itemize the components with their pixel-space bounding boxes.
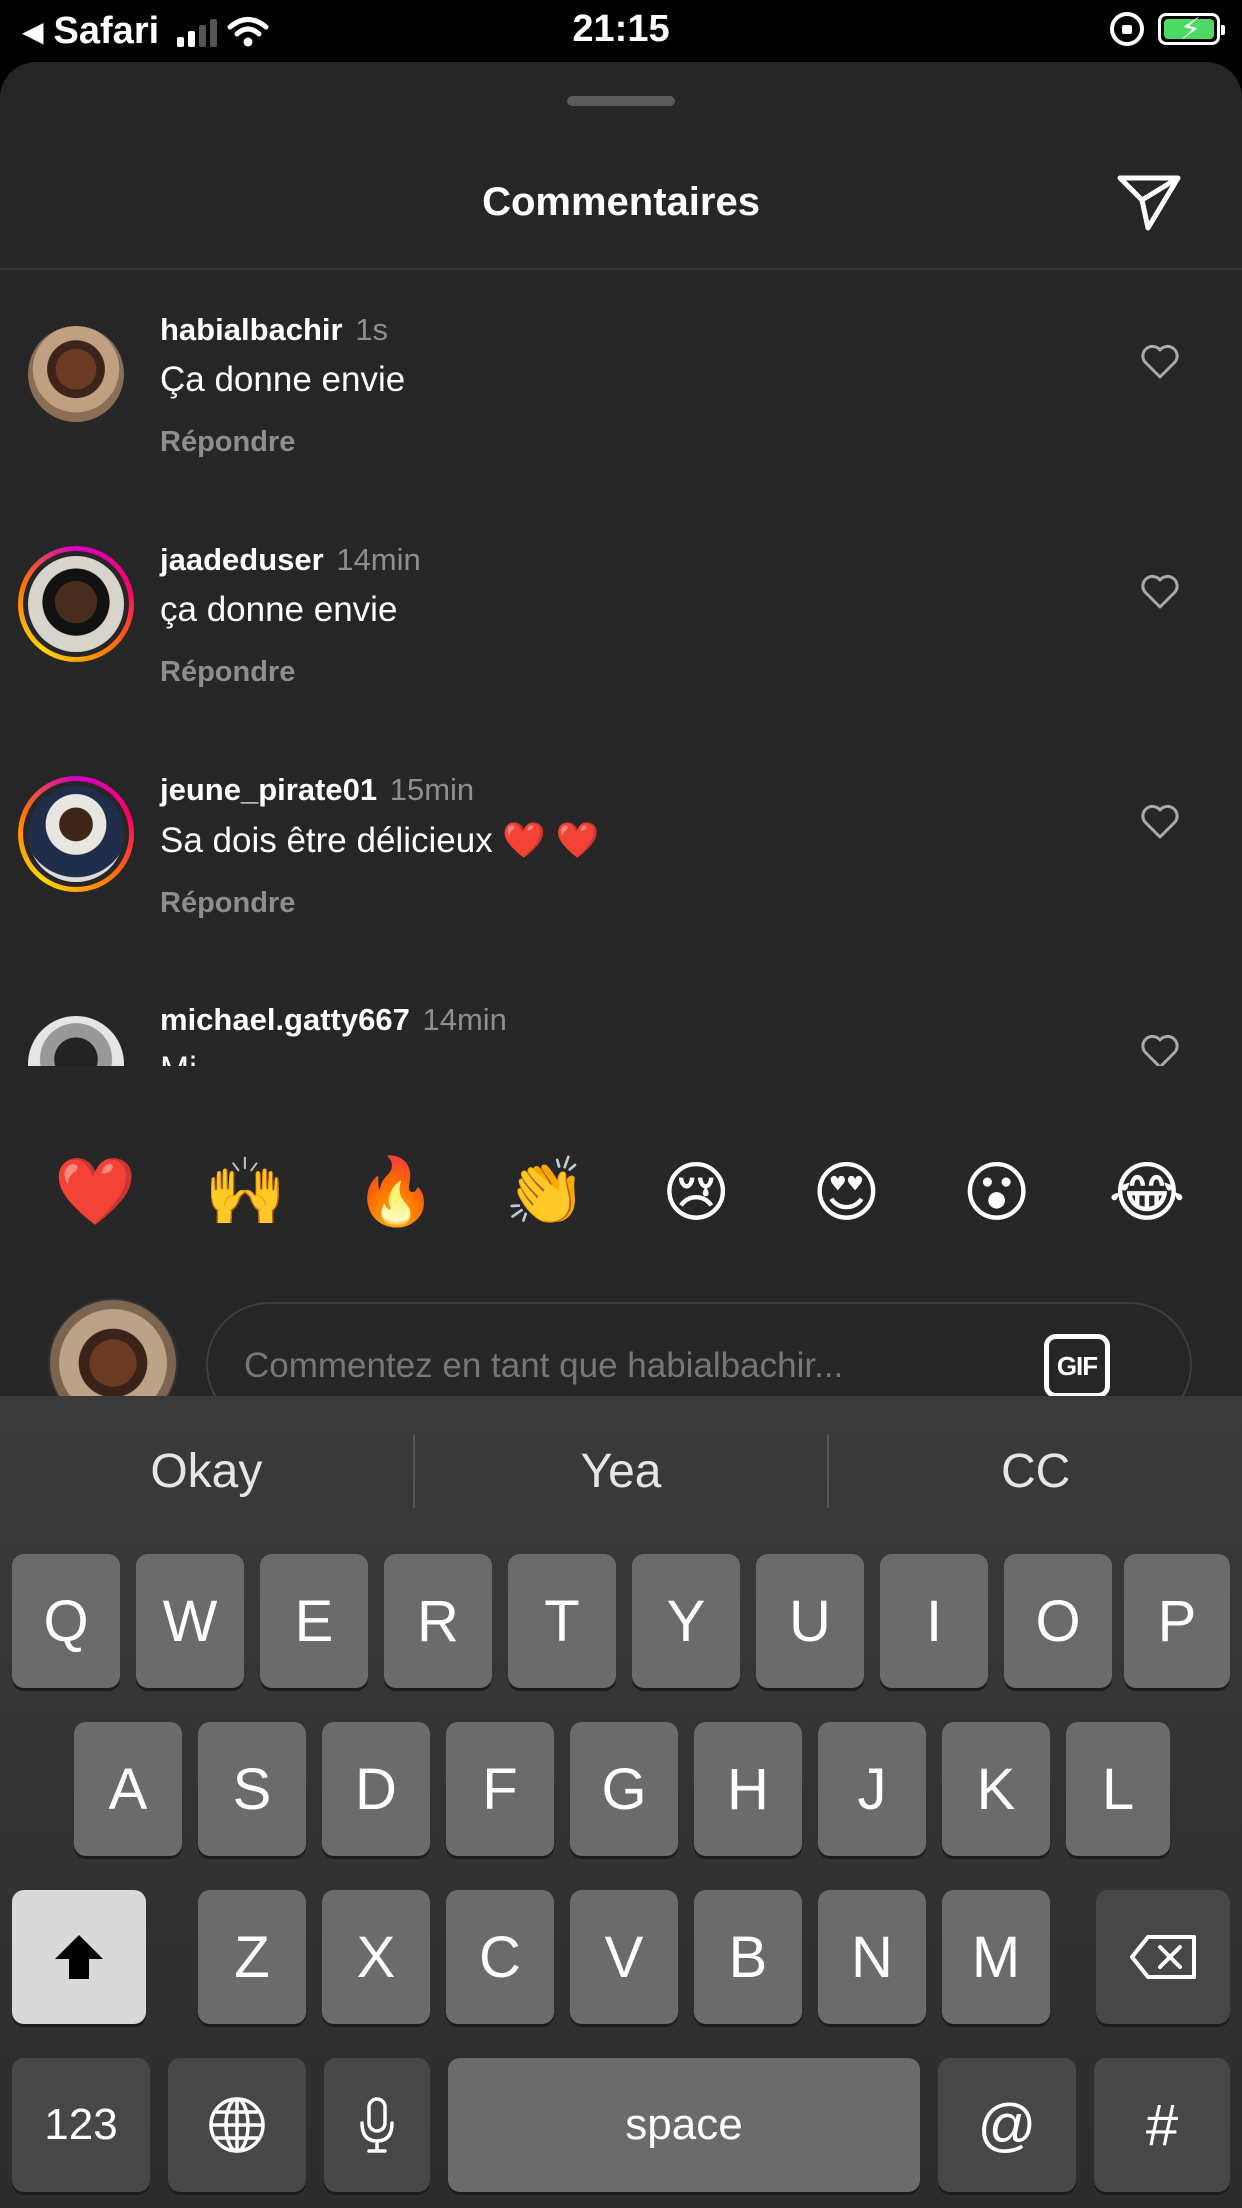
key-y[interactable]: Y: [632, 1554, 740, 1688]
microphone-icon: [360, 2097, 394, 2153]
reply-button[interactable]: Répondre: [160, 426, 1080, 459]
reply-button[interactable]: Répondre: [160, 887, 1080, 920]
emoji-fire[interactable]: 🔥: [341, 1153, 451, 1231]
key-row-2: A S D F G H J K L: [0, 1722, 1242, 1856]
key-g[interactable]: G: [570, 1722, 678, 1856]
key-row-4: 123 space @ #: [0, 2058, 1242, 2192]
key-i[interactable]: I: [880, 1554, 988, 1688]
comment-list[interactable]: habialbachir 1s Ça donne envie Répondre …: [0, 270, 1242, 1066]
key-w[interactable]: W: [136, 1554, 244, 1688]
avatar-story-ring[interactable]: [18, 776, 134, 892]
key-d[interactable]: D: [322, 1722, 430, 1856]
key-k[interactable]: K: [942, 1722, 1050, 1856]
my-avatar: [48, 1298, 178, 1396]
like-heart-icon[interactable]: [1140, 572, 1180, 612]
at-key[interactable]: @: [938, 2058, 1076, 2192]
reply-button[interactable]: Répondre: [160, 656, 1080, 689]
keyboard: Okay Yea CC Q W E R T Y U I O P A S D F …: [0, 1396, 1242, 2208]
status-bar: ◀ Safari 21:15 ⚡: [0, 0, 1242, 62]
comment-username[interactable]: habialbachir: [160, 312, 343, 347]
comment-username[interactable]: michael.gatty667: [160, 1002, 410, 1037]
key-row-3: Z X C V B N M: [0, 1890, 1242, 2024]
dictation-key[interactable]: [324, 2058, 430, 2192]
emoji-raised-hands[interactable]: 🙌: [190, 1153, 300, 1231]
rotation-lock-icon: [1110, 12, 1144, 46]
globe-key[interactable]: [168, 2058, 306, 2192]
prediction-3[interactable]: CC: [829, 1444, 1242, 1499]
like-heart-icon[interactable]: [1140, 1032, 1180, 1066]
clock: 21:15: [572, 8, 670, 50]
emoji-heart[interactable]: ❤️: [40, 1153, 150, 1231]
comment-time: 1s: [355, 312, 388, 347]
comment-item: jeune_pirate01 15min Sa dois être délici…: [0, 730, 1242, 960]
numbers-key[interactable]: 123: [12, 2058, 150, 2192]
comment-item: habialbachir 1s Ça donne envie Répondre: [0, 270, 1242, 500]
prediction-2[interactable]: Yea: [415, 1444, 828, 1499]
emoji-clap[interactable]: 👏: [491, 1153, 601, 1231]
like-heart-icon[interactable]: [1140, 342, 1180, 382]
backspace-key[interactable]: [1096, 1890, 1230, 2024]
avatar[interactable]: [18, 1006, 134, 1066]
comment-username[interactable]: jeune_pirate01: [160, 772, 377, 807]
comment-text: Sa dois être délicieux ❤️ ❤️: [160, 821, 600, 860]
key-t[interactable]: T: [508, 1554, 616, 1688]
key-q[interactable]: Q: [12, 1554, 120, 1688]
key-h[interactable]: H: [694, 1722, 802, 1856]
globe-icon: [209, 2097, 265, 2153]
key-n[interactable]: N: [818, 1890, 926, 2024]
prediction-1[interactable]: Okay: [0, 1444, 413, 1499]
key-u[interactable]: U: [756, 1554, 864, 1688]
comment-text: Ça donne envie: [160, 360, 406, 399]
key-c[interactable]: C: [446, 1890, 554, 2024]
backspace-icon: [1130, 1935, 1196, 1979]
comment-composer: Commentez en tant que habialbachir... GI…: [0, 1296, 1242, 1396]
key-z[interactable]: Z: [198, 1890, 306, 2024]
comment-item: jaadeduser 14min ça donne envie Répondre: [0, 500, 1242, 730]
key-b[interactable]: B: [694, 1890, 802, 2024]
avatar[interactable]: [18, 316, 134, 432]
gif-button[interactable]: GIF: [1044, 1334, 1110, 1396]
shift-key[interactable]: [12, 1890, 146, 2024]
sheet-grabber[interactable]: [567, 96, 675, 106]
shift-arrow-icon: [55, 1935, 103, 1979]
emoji-surprised[interactable]: 😮: [942, 1154, 1052, 1231]
page-title: Commentaires: [482, 180, 760, 224]
comment-input[interactable]: Commentez en tant que habialbachir... GI…: [206, 1302, 1192, 1396]
comment-text: ça donne envie: [160, 590, 398, 629]
comments-sheet: Commentaires habialbachir 1s Ça donne en…: [0, 62, 1242, 1396]
key-e[interactable]: E: [260, 1554, 368, 1688]
comment-time: 14min: [336, 542, 421, 577]
comment-input-placeholder: Commentez en tant que habialbachir...: [244, 1346, 844, 1385]
key-x[interactable]: X: [322, 1890, 430, 2024]
key-v[interactable]: V: [570, 1890, 678, 2024]
key-o[interactable]: O: [1004, 1554, 1112, 1688]
key-r[interactable]: R: [384, 1554, 492, 1688]
key-row-1: Q W E R T Y U I O P: [0, 1554, 1242, 1688]
space-key[interactable]: space: [448, 2058, 920, 2192]
predictive-bar: Okay Yea CC: [0, 1396, 1242, 1546]
key-m[interactable]: M: [942, 1890, 1050, 2024]
comment-text: Mi: [160, 1050, 1080, 1066]
key-f[interactable]: F: [446, 1722, 554, 1856]
emoji-crying[interactable]: 😢: [641, 1154, 751, 1231]
key-j[interactable]: J: [818, 1722, 926, 1856]
comment-time: 14min: [422, 1002, 507, 1037]
key-s[interactable]: S: [198, 1722, 306, 1856]
comment-username[interactable]: jaadeduser: [160, 542, 324, 577]
key-l[interactable]: L: [1066, 1722, 1170, 1856]
quick-emoji-bar: ❤️ 🙌 🔥 👏 😢 😍 😮 😂: [0, 1130, 1242, 1254]
emoji-heart-eyes[interactable]: 😍: [791, 1154, 901, 1231]
share-send-icon[interactable]: [1114, 170, 1184, 232]
key-a[interactable]: A: [74, 1722, 182, 1856]
key-p[interactable]: P: [1124, 1554, 1230, 1688]
comment-time: 15min: [389, 772, 475, 807]
battery-icon: ⚡: [1158, 13, 1225, 46]
comment-item: michael.gatty667 14min Mi: [0, 960, 1242, 1066]
hash-key[interactable]: #: [1094, 2058, 1230, 2192]
emoji-laughing[interactable]: 😂: [1092, 1154, 1202, 1231]
like-heart-icon[interactable]: [1140, 802, 1180, 842]
avatar-story-ring[interactable]: [18, 546, 134, 662]
